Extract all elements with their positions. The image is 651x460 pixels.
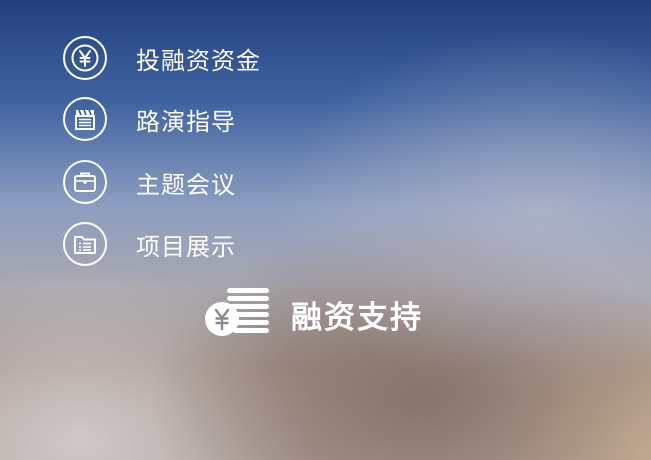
financing-support-banner: 融资支持 (205, 288, 445, 340)
menu-item-theme-meeting[interactable]: 主题会议 (63, 158, 323, 206)
yen-coin-stack-icon (205, 286, 271, 342)
menu-item-label: 项目展示 (136, 232, 236, 261)
menu-item-roadshow-guidance[interactable]: 路演指导 (63, 95, 323, 143)
banner-title: 融资支持 (291, 299, 423, 336)
menu-item-project-showcase[interactable]: 项目展示 (63, 220, 323, 268)
clapperboard-icon (63, 97, 107, 141)
menu-item-financing-funds[interactable]: 投融资资金 (63, 34, 323, 82)
yen-coin-icon (63, 36, 107, 80)
folder-list-icon (63, 222, 107, 266)
briefcase-icon (63, 160, 107, 204)
menu-item-label: 路演指导 (136, 107, 236, 136)
menu-item-label: 主题会议 (136, 170, 236, 199)
menu-item-label: 投融资资金 (136, 46, 261, 75)
